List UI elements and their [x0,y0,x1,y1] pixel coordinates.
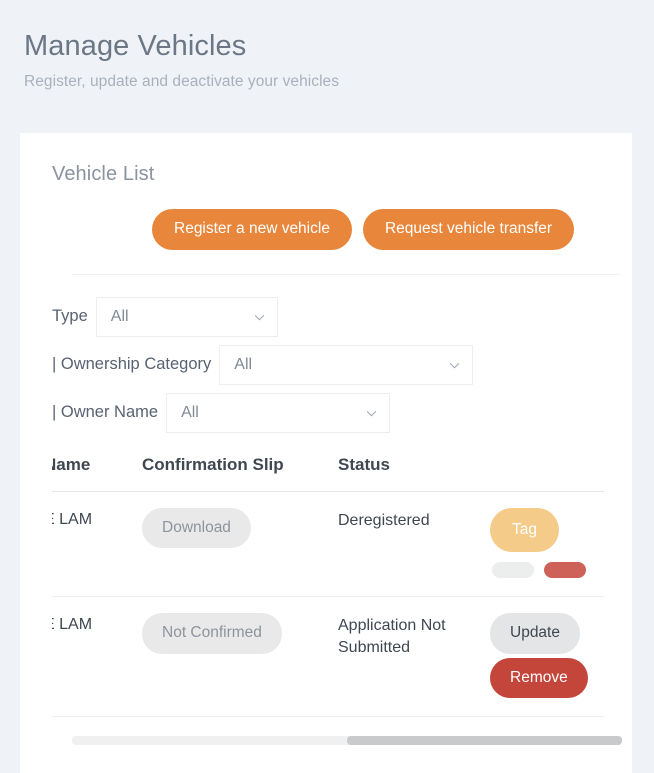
filter-type-select[interactable]: All [95,296,278,337]
horizontal-scrollbar-track[interactable] [72,736,622,745]
chevron-down-icon [254,312,265,323]
card-action-buttons: Register a new vehicle Request vehicle t… [52,209,632,250]
register-new-vehicle-button[interactable]: Register a new vehicle [152,209,352,250]
remove-button[interactable]: Remove [490,657,588,699]
filter-owner-name-select[interactable]: All [166,392,391,433]
cell-status: Deregistered [338,491,490,598]
filter-bar: Type All | Ownership Category All | Owne… [52,296,612,433]
filter-ownership-category: | Ownership Category All [52,344,474,385]
page-header: Manage Vehicles Register, update and dea… [0,0,654,92]
column-header-action [490,454,604,492]
filter-owner-name-value: All [181,403,199,421]
update-button[interactable]: Update [490,613,580,654]
filter-ownership-category-select[interactable]: All [219,344,474,385]
cell-actions: Tag [490,491,604,598]
filter-type: Type All [52,296,278,337]
section-divider [72,273,620,275]
request-vehicle-transfer-button[interactable]: Request vehicle transfer [362,209,575,250]
table-row: E LAM Download Deregistered Tag [52,491,604,598]
tag-button[interactable]: Tag [490,507,559,553]
page-title: Manage Vehicles [24,30,247,62]
cell-confirmation-slip: Download [142,491,338,598]
filter-ownership-category-value: All [234,355,253,373]
table-header-row: Name Confirmation Slip Status [52,454,604,492]
card-content: Vehicle List Register a new vehicle Requ… [20,133,632,718]
filter-owner-name-label: | Owner Name [52,403,159,422]
table-row: E LAM Not Confirmed Application Not Subm… [52,596,604,718]
filter-owner-name: | Owner Name All [52,392,391,433]
cell-owner-name: E LAM [52,491,142,598]
download-slip-button[interactable]: Download [142,507,251,549]
vehicle-table-body: E LAM Download Deregistered Tag [52,491,604,718]
chevron-down-icon [449,360,460,371]
row-action-stack: Tag [490,507,604,579]
clipped-remove-button[interactable] [544,562,586,579]
cell-confirmation-slip: Not Confirmed [142,596,338,718]
vehicle-table: Name Confirmation Slip Status E LAM Down… [52,454,604,718]
not-confirmed-button[interactable]: Not Confirmed [142,613,282,654]
cell-status: Application Not Submitted [338,596,490,718]
row-action-stack: Update Remove [490,613,604,699]
cell-actions: Update Remove [490,596,604,718]
filter-ownership-category-label: | Ownership Category [52,355,212,374]
chevron-down-icon [366,408,377,419]
vehicle-table-head: Name Confirmation Slip Status [52,454,604,492]
filter-type-value: All [110,307,129,325]
page-subtitle: Register, update and deactivate your veh… [24,73,340,91]
filter-type-label: Type [52,307,88,326]
vehicle-list-card: Vehicle List Register a new vehicle Requ… [20,133,632,773]
card-title: Vehicle List [52,163,155,185]
column-header-status[interactable]: Status [338,454,490,492]
clipped-secondary-button[interactable] [492,562,534,579]
vehicle-table-scroll-container[interactable]: Name Confirmation Slip Status E LAM Down… [52,454,632,718]
horizontal-scrollbar-thumb[interactable] [347,736,622,745]
column-header-confirmation-slip[interactable]: Confirmation Slip [142,454,338,492]
cell-owner-name: E LAM [52,596,142,718]
clipped-action-buttons [490,562,586,579]
column-header-name[interactable]: Name [52,454,142,492]
